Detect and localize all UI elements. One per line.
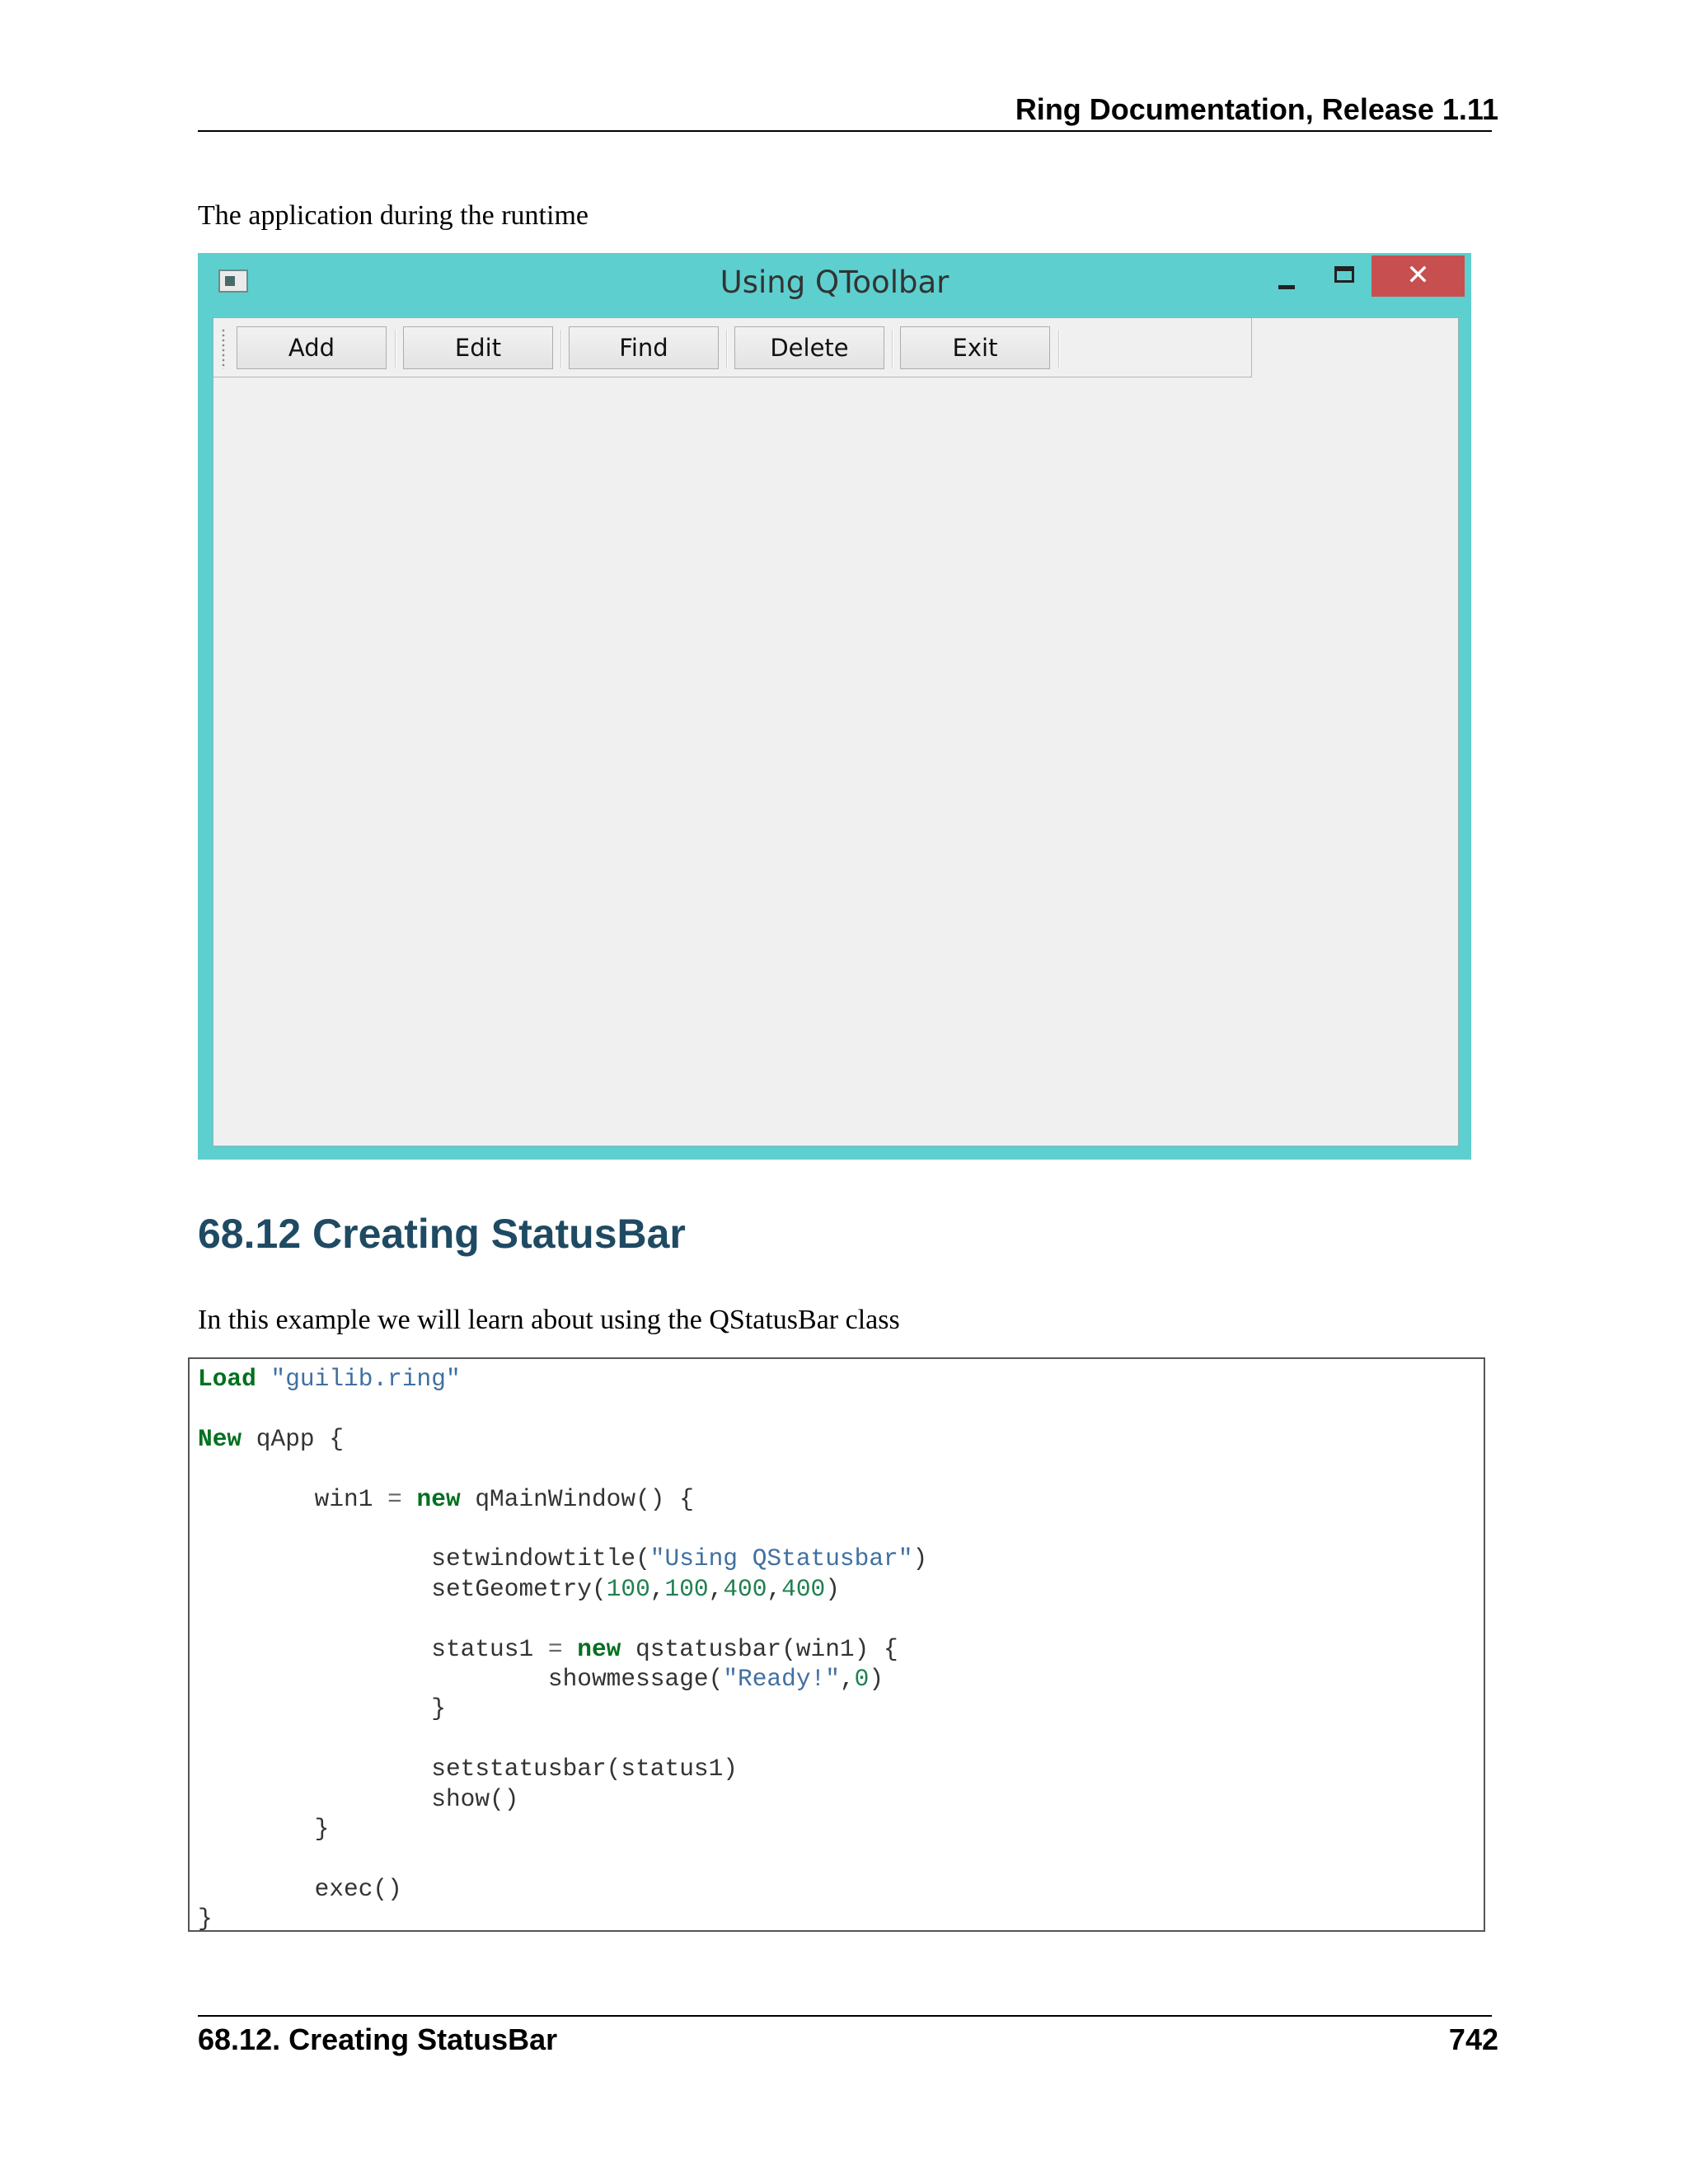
close-button[interactable]: ✕	[1372, 255, 1465, 297]
toolbar-grip-handle[interactable]	[222, 328, 225, 369]
footer-rule	[198, 2015, 1492, 2017]
code-block: Load "guilib.ring" New qApp { win1 = new…	[188, 1357, 1485, 1933]
toolbar-separator	[726, 330, 728, 368]
code-listing: Load "guilib.ring" New qApp { win1 = new…	[198, 1365, 928, 1933]
toolbar-exit-button[interactable]: Exit	[900, 326, 1050, 369]
header-rule	[198, 130, 1492, 132]
toolbar: Add Edit Find Delete Exit	[213, 318, 1252, 377]
running-header: Ring Documentation, Release 1.11	[1015, 92, 1498, 126]
toolbar-separator	[892, 330, 893, 368]
toolbar-find-button[interactable]: Find	[569, 326, 719, 369]
toolbar-delete-button[interactable]: Delete	[734, 326, 884, 369]
toolbar-separator	[560, 330, 562, 368]
page-number: 742	[1448, 2022, 1498, 2056]
window-client-area: Add Edit Find Delete Exit	[213, 317, 1459, 1146]
toolbar-separator	[1058, 330, 1060, 368]
section-heading: 68.12 Creating StatusBar	[198, 1211, 686, 1257]
intro-paragraph: The application during the runtime	[198, 200, 588, 231]
maximize-icon[interactable]	[1334, 266, 1354, 283]
section-paragraph: In this example we will learn about usin…	[198, 1305, 900, 1335]
minimize-icon[interactable]	[1278, 271, 1296, 289]
footer-section-title: 68.12. Creating StatusBar	[198, 2022, 558, 2056]
app-window-screenshot: Using QToolbar ✕ Add Edit Find Delete Ex…	[198, 253, 1471, 1160]
toolbar-add-button[interactable]: Add	[237, 326, 387, 369]
toolbar-edit-button[interactable]: Edit	[403, 326, 553, 369]
toolbar-separator	[395, 330, 396, 368]
